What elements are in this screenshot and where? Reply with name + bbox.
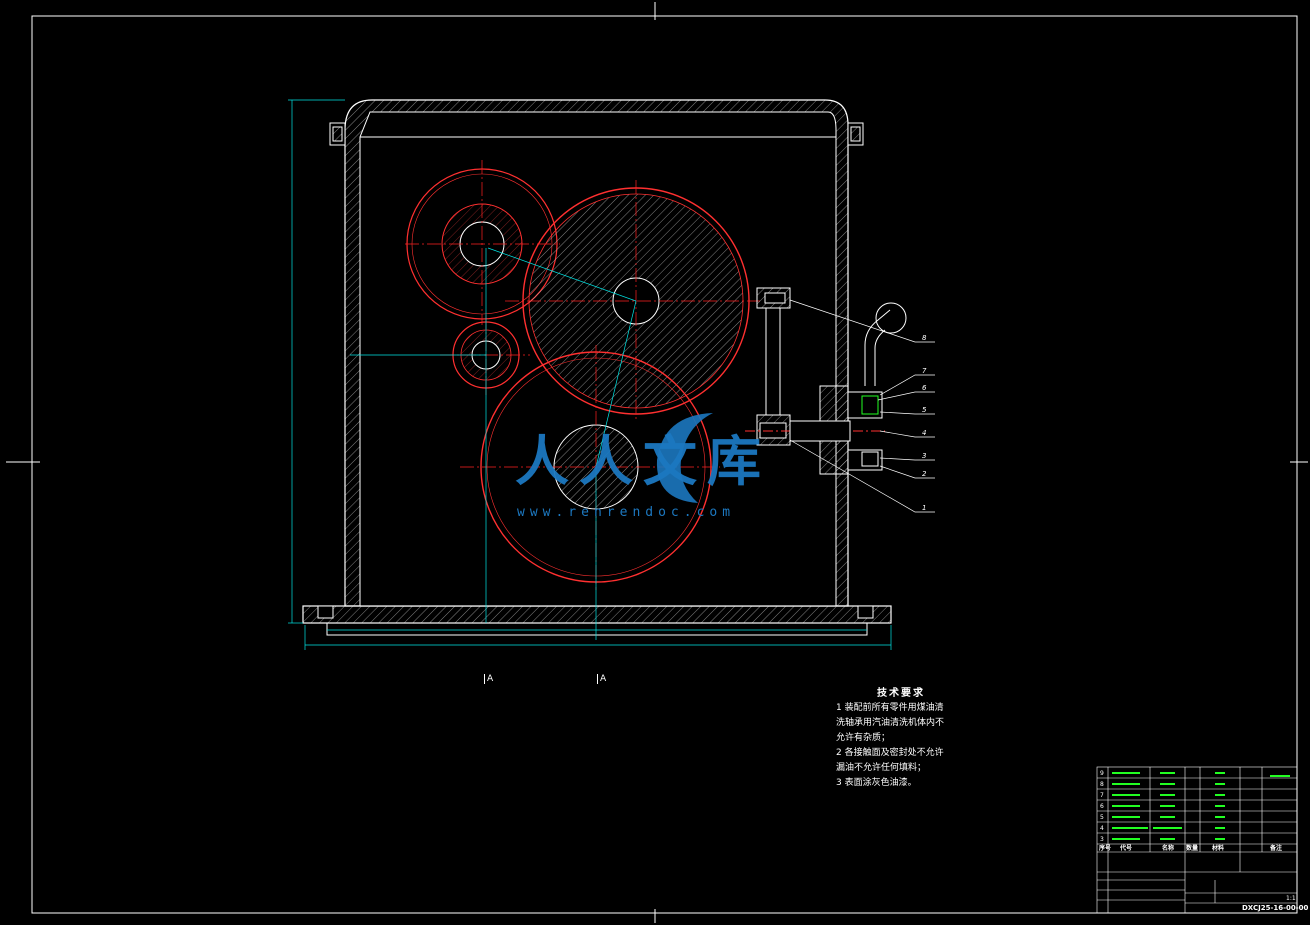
cad-drawing: 8 7 6 5 4 3 2 1 9 8 7 6 5 4 3 序号 代号 名称 数… (6, 2, 1309, 923)
tech-line: 漏油不允许任何填料； (836, 763, 927, 773)
parts-header-cell: 备注 (1269, 844, 1282, 852)
parts-header-cell: 材料 (1211, 844, 1224, 852)
drawing-scale: 1:1 (1286, 895, 1296, 902)
callout-labels: 8 7 6 5 4 3 2 1 (922, 334, 927, 512)
callout-number: 5 (922, 406, 927, 414)
callout-number: 1 (922, 504, 926, 512)
parts-list-header: 序号 代号 名称 数量 材料 备注 (1098, 844, 1282, 852)
part-number: 4 (1100, 825, 1104, 832)
callout-number: 4 (922, 429, 926, 437)
tech-line: 允许有杂质； (836, 733, 891, 743)
callout-number: 2 (922, 470, 927, 478)
tech-line: 2 各接触面及密封处不允许 (836, 748, 944, 758)
part-number: 5 (1100, 814, 1104, 821)
callout-number: 7 (922, 367, 927, 375)
callout-number: 8 (922, 334, 927, 342)
tech-line: 3 表面涂灰色油漆。 (836, 778, 917, 788)
part-number: 8 (1100, 781, 1104, 788)
tech-heading: 技术要求 (877, 688, 925, 699)
section-mark-left: A (484, 674, 494, 684)
callout-number: 3 (922, 452, 926, 460)
tech-line: 1 装配前所有零件用煤油清 (836, 703, 944, 713)
tech-line: 洗轴承用汽油清洗机体内不 (836, 718, 945, 728)
callout-number: 6 (922, 384, 927, 392)
parts-header-cell: 数量 (1186, 844, 1198, 852)
part-number: 7 (1100, 792, 1104, 799)
part-number: 3 (1100, 836, 1104, 843)
drawing-number: DXCJ25-16-00-00 (1242, 904, 1309, 912)
parts-list-numbers: 9 8 7 6 5 4 3 (1100, 770, 1104, 843)
parts-header-cell: 代号 (1119, 844, 1132, 852)
part-number: 9 (1100, 770, 1104, 777)
parts-header-cell: 名称 (1162, 844, 1174, 852)
parts-list-filler (1112, 772, 1290, 840)
technical-requirements: 技术要求 1 装配前所有零件用煤油清 洗轴承用汽油清洗机体内不 允许有杂质； 2… (836, 686, 966, 791)
section-mark-right: A (597, 674, 607, 684)
parts-header-cell: 序号 (1098, 844, 1111, 852)
part-number: 6 (1100, 803, 1104, 810)
